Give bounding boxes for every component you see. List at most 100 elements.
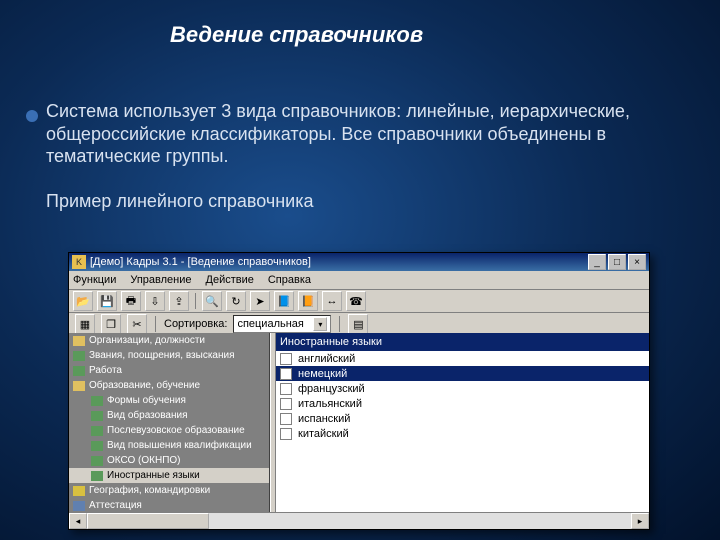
tree-item-label: Вид повышения квалификации <box>107 440 252 451</box>
app-icon: K <box>72 255 86 269</box>
list-item-label: английский <box>298 353 355 365</box>
slide-title: Ведение справочников <box>170 22 423 48</box>
tree-item-label: Организации, должности <box>89 335 205 346</box>
tree-item[interactable]: Формы обучения <box>69 393 269 408</box>
list-header: Иностранные языки <box>276 333 649 351</box>
tree-item[interactable]: Образование, обучение <box>69 378 269 393</box>
tb-folder-open-icon[interactable]: 📂 <box>73 291 93 311</box>
tb-export-icon[interactable]: ⇪ <box>169 291 189 311</box>
list-item-label: немецкий <box>298 368 347 380</box>
tb-new-icon[interactable]: ▦ <box>75 314 95 334</box>
tb-print-icon[interactable]: 🖶 <box>121 291 141 311</box>
tree-item-icon <box>73 366 85 376</box>
tb-cut-icon[interactable]: ✂ <box>127 314 147 334</box>
checkbox-icon[interactable] <box>280 368 292 380</box>
tree-item-icon <box>91 456 103 466</box>
tb-phone-icon[interactable]: ☎ <box>346 291 366 311</box>
tb-book2-icon[interactable]: 📙 <box>298 291 318 311</box>
list-item[interactable]: итальянский <box>276 396 649 411</box>
window-title: [Демо] Кадры 3.1 - [Ведение справочников… <box>90 256 311 268</box>
scroll-left-icon[interactable]: ◂ <box>69 513 87 529</box>
scroll-thumb[interactable] <box>87 513 209 529</box>
tree-item-icon <box>73 381 85 391</box>
list-item-label: испанский <box>298 413 350 425</box>
slide-paragraph-1: Система использует 3 вида справочников: … <box>46 101 630 166</box>
chevron-down-icon: ▾ <box>313 317 327 331</box>
bullet-icon <box>26 110 38 122</box>
checkbox-icon[interactable] <box>280 398 292 410</box>
checkbox-icon[interactable] <box>280 383 292 395</box>
tree-item[interactable]: Аттестация <box>69 498 269 513</box>
tree-item[interactable]: Послевузовское образование <box>69 423 269 438</box>
menu-help[interactable]: Справка <box>268 274 311 286</box>
list-item[interactable]: китайский <box>276 426 649 441</box>
tree-item[interactable]: Организации, должности <box>69 333 269 348</box>
tree-item-label: Звания, поощрения, взыскания <box>89 350 235 361</box>
tree-item-icon <box>73 351 85 361</box>
sort-label: Сортировка: <box>164 318 227 330</box>
tb-refresh-icon[interactable]: ↻ <box>226 291 246 311</box>
horizontal-scrollbar[interactable]: ◂ ▸ <box>69 512 649 529</box>
tree-item-label: Вид образования <box>107 410 188 421</box>
tb-save-icon[interactable]: 💾 <box>97 291 117 311</box>
tree-item-icon <box>91 411 103 421</box>
toolbar-separator-2 <box>155 316 156 332</box>
tb-nav-icon[interactable]: ↔ <box>322 291 342 311</box>
tb-import-icon[interactable]: ⇩ <box>145 291 165 311</box>
minimize-button[interactable]: _ <box>588 254 606 270</box>
tree-item[interactable]: Вид образования <box>69 408 269 423</box>
tree-item-label: Работа <box>89 365 122 376</box>
list-item[interactable]: испанский <box>276 411 649 426</box>
tree-item-icon <box>73 501 85 511</box>
tree-item-label: Послевузовское образование <box>107 425 245 436</box>
tree-item[interactable]: Вид повышения квалификации <box>69 438 269 453</box>
slide-paragraph-2: Пример линейного справочника <box>46 191 314 211</box>
tree-item-icon <box>91 396 103 406</box>
menu-functions[interactable]: Функции <box>73 274 116 286</box>
checkbox-icon[interactable] <box>280 353 292 365</box>
menu-bar: Функции Управление Действие Справка <box>69 271 649 290</box>
list-item[interactable]: немецкий <box>276 366 649 381</box>
sort-value: специальная <box>237 318 303 330</box>
tb-arrow-icon[interactable]: ➤ <box>250 291 270 311</box>
title-bar[interactable]: K [Демо] Кадры 3.1 - [Ведение справочник… <box>69 253 649 271</box>
sort-combobox[interactable]: специальная ▾ <box>233 315 331 333</box>
presentation-slide: Ведение справочников Система использует … <box>0 0 720 540</box>
scroll-track[interactable] <box>87 513 631 529</box>
tree-item-label: Иностранные языки <box>107 470 200 481</box>
menu-management[interactable]: Управление <box>130 274 191 286</box>
tb-search-icon[interactable]: 🔍 <box>202 291 222 311</box>
tb-book-icon[interactable]: 📘 <box>274 291 294 311</box>
slide-body-text: Система использует 3 вида справочников: … <box>46 100 676 213</box>
tree-item-icon <box>73 486 85 496</box>
tree-item-label: ОКСО (ОКНПО) <box>107 455 181 466</box>
maximize-button[interactable]: □ <box>608 254 626 270</box>
tree-item-icon <box>91 441 103 451</box>
list-item-label: китайский <box>298 428 349 440</box>
work-area: Организации, должности Звания, поощрения,… <box>69 333 649 513</box>
tree-item-icon <box>73 336 85 346</box>
tb-copy-icon[interactable]: ❐ <box>101 314 121 334</box>
tree-item[interactable]: ОКСО (ОКНПО) <box>69 453 269 468</box>
list-body[interactable]: английский немецкий французскийитальянский… <box>276 351 649 513</box>
app-window: K [Демо] Кадры 3.1 - [Ведение справочник… <box>68 252 650 530</box>
tree-item-icon <box>91 471 103 481</box>
list-item-label: французский <box>298 383 365 395</box>
tree-item-label: Формы обучения <box>107 395 186 406</box>
tree-item[interactable]: География, командировки <box>69 483 269 498</box>
menu-action[interactable]: Действие <box>206 274 254 286</box>
close-button[interactable]: × <box>628 254 646 270</box>
tree-panel[interactable]: Организации, должности Звания, поощрения,… <box>69 333 270 513</box>
tb-extra-icon[interactable]: ▤ <box>348 314 368 334</box>
tree-item[interactable]: Работа <box>69 363 269 378</box>
checkbox-icon[interactable] <box>280 428 292 440</box>
tree-item-label: Аттестация <box>89 500 142 511</box>
checkbox-icon[interactable] <box>280 413 292 425</box>
list-item[interactable]: французский <box>276 381 649 396</box>
toolbar-1: 📂 💾 🖶 ⇩ ⇪ 🔍 ↻ ➤ 📘 📙 ↔ ☎ <box>69 290 649 313</box>
tree-item[interactable]: Звания, поощрения, взыскания <box>69 348 269 363</box>
list-item[interactable]: английский <box>276 351 649 366</box>
scroll-right-icon[interactable]: ▸ <box>631 513 649 529</box>
tree-item-label: География, командировки <box>89 485 210 496</box>
tree-item[interactable]: Иностранные языки <box>69 468 269 483</box>
